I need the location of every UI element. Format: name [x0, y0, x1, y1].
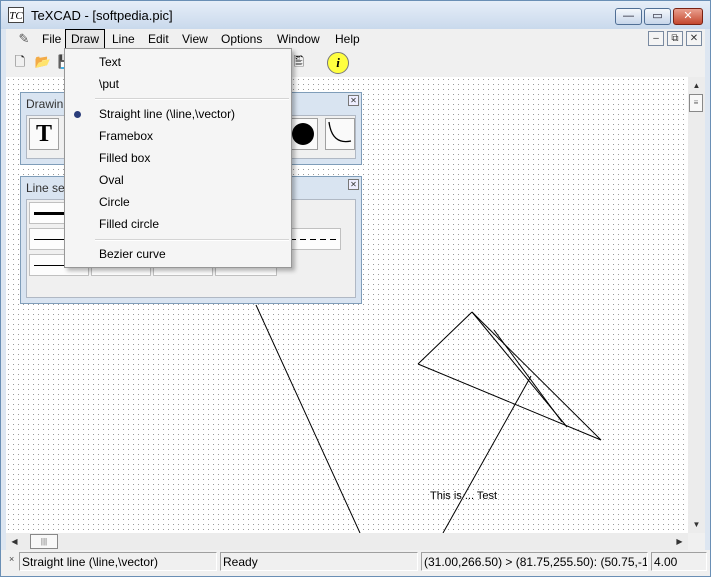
filled-circle-icon — [292, 123, 314, 145]
draw-menu-filled-circle[interactable]: Filled circle — [67, 213, 289, 235]
menu-view[interactable]: View — [177, 29, 213, 49]
preview-icon[interactable]: 🖺 — [289, 52, 309, 72]
menu-window[interactable]: Window — [272, 29, 325, 49]
menu-separator — [95, 239, 289, 241]
horizontal-scroll-thumb[interactable]: ||| — [30, 534, 58, 549]
draw-menu-bezier-curve[interactable]: Bezier curve — [67, 243, 289, 265]
status-close-icon[interactable]: × — [9, 554, 14, 564]
close-button[interactable]: ✕ — [673, 8, 703, 25]
drawn-line[interactable] — [417, 363, 602, 441]
scrollbar-corner — [688, 533, 705, 550]
dashed-line-icon — [290, 239, 336, 240]
menu-edit[interactable]: Edit — [143, 29, 174, 49]
draw-menu-text[interactable]: Text — [67, 51, 289, 73]
menu-file[interactable]: File — [37, 29, 66, 49]
menu-line[interactable]: Line — [107, 29, 140, 49]
menu-bar: ✎ File Draw Line Edit View Options Windo… — [6, 29, 705, 49]
doc-minimize-button[interactable]: – — [648, 31, 664, 46]
status-coordinates: (31.00,266.50) > (81.75,255.50): (50.75,… — [421, 552, 648, 571]
new-file-icon[interactable]: 🗋 — [10, 52, 30, 72]
maximize-button[interactable]: ▭ — [644, 8, 671, 25]
menu-help[interactable]: Help — [330, 29, 365, 49]
drawn-line[interactable] — [471, 311, 602, 441]
open-file-icon[interactable]: 📂 — [33, 52, 53, 72]
menu-separator — [95, 98, 289, 100]
info-icon[interactable]: i — [327, 52, 349, 74]
bezier-tool-button[interactable] — [325, 118, 355, 150]
bezier-curve-icon — [328, 121, 352, 143]
drawn-line[interactable] — [255, 304, 361, 533]
dashed-line-option[interactable] — [285, 228, 341, 250]
minimize-button[interactable]: — — [615, 8, 642, 25]
draw-menu-circle[interactable]: Circle — [67, 191, 289, 213]
draw-menu-framebox[interactable]: Framebox — [67, 125, 289, 147]
menu-options[interactable]: Options — [216, 29, 267, 49]
title-bar[interactable]: TC TeXCAD - [softpedia.pic] — ▭ ✕ — [1, 1, 710, 29]
drawn-line[interactable] — [442, 375, 532, 533]
draw-menu-filled-box[interactable]: Filled box — [67, 147, 289, 169]
filled-circle-tool-button[interactable] — [288, 118, 318, 150]
document-icon[interactable]: ✎ — [16, 31, 32, 47]
status-mode: Straight line (\line,\vector) — [19, 552, 217, 571]
status-bar: × Straight line (\line,\vector) Ready (3… — [1, 550, 710, 576]
scroll-down-icon[interactable]: ▼ — [688, 516, 705, 533]
draw-menu-straight-line[interactable]: Straight line (\line,\vector) — [67, 103, 289, 125]
scroll-up-icon[interactable]: ▲ — [688, 77, 705, 94]
drawn-line[interactable] — [493, 329, 563, 423]
app-window: TC TeXCAD - [softpedia.pic] — ▭ ✕ ✎ File… — [0, 0, 711, 577]
horizontal-scrollbar[interactable]: ◀ ||| ▶ — [6, 533, 688, 550]
menu-draw[interactable]: Draw — [65, 29, 106, 49]
vertical-scroll-thumb[interactable]: ≡ — [689, 94, 703, 112]
vertical-scrollbar[interactable]: ▲ ≡ ▼ — [688, 77, 705, 533]
scroll-left-icon[interactable]: ◀ — [6, 533, 23, 550]
draw-menu-put[interactable]: \put — [67, 73, 289, 95]
drawn-line[interactable] — [417, 311, 473, 365]
doc-restore-button[interactable]: ⧉ — [667, 31, 683, 46]
canvas-text-label[interactable]: This is ... Test — [430, 490, 497, 502]
window-title: TeXCAD - [softpedia.pic] — [31, 8, 173, 23]
status-zoom: 4.00 — [651, 552, 707, 571]
doc-close-button[interactable]: ✕ — [686, 31, 702, 46]
scroll-right-icon[interactable]: ▶ — [671, 533, 688, 550]
status-state: Ready — [220, 552, 418, 571]
line-settings-close-icon[interactable]: ✕ — [348, 179, 359, 190]
draw-menu-oval[interactable]: Oval — [67, 169, 289, 191]
text-tool-button[interactable]: T — [29, 118, 59, 150]
draw-menu-dropdown: Text \put Straight line (\line,\vector) … — [64, 48, 292, 268]
drawing-palette-close-icon[interactable]: ✕ — [348, 95, 359, 106]
texcad-app-icon[interactable]: TC — [8, 7, 24, 23]
